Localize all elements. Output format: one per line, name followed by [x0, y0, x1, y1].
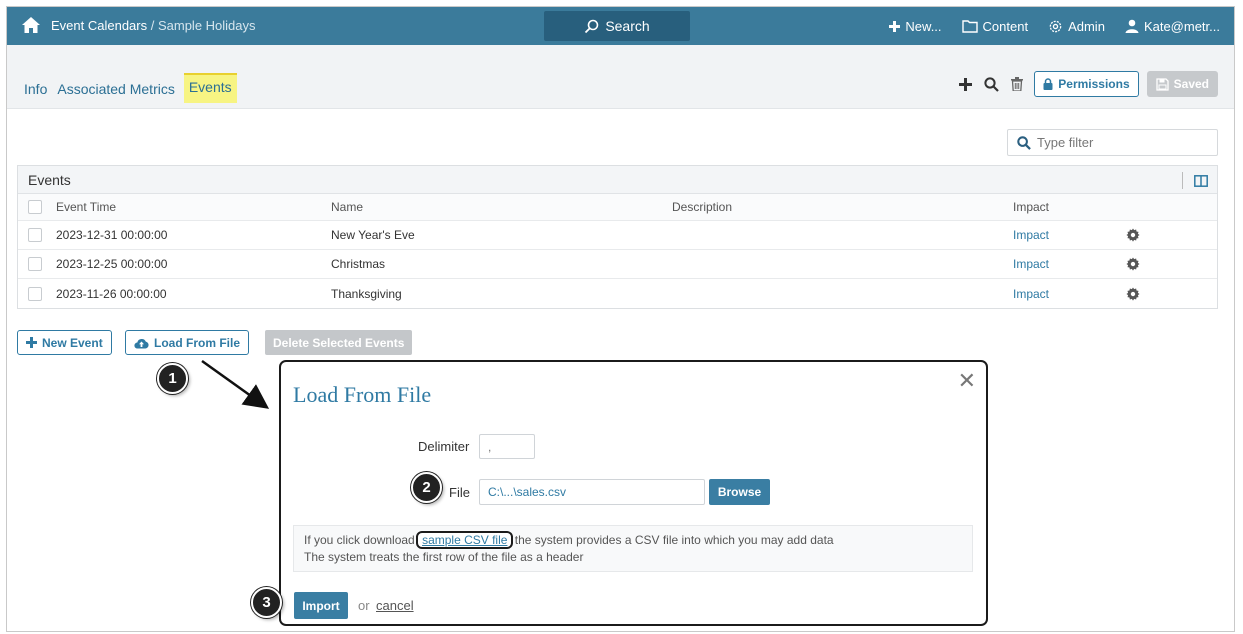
close-icon[interactable]: ✕ — [958, 370, 976, 392]
breadcrumb-app-link[interactable]: Event Calendars — [51, 18, 147, 33]
impact-link[interactable]: Impact — [1013, 257, 1049, 271]
load-from-file-label: Load From File — [154, 335, 241, 350]
plus-icon — [889, 20, 901, 32]
filter-input[interactable] — [1037, 135, 1207, 150]
dialog-title: Load From File — [293, 382, 432, 407]
type-filter — [1007, 129, 1218, 156]
new-event-button[interactable]: New Event — [17, 330, 112, 355]
column-header-event-time[interactable]: Event Time — [56, 200, 331, 214]
row-settings-icon[interactable] — [1113, 228, 1153, 242]
app-window: Event Calendars / Sample Holidays Search… — [6, 6, 1235, 632]
browse-button[interactable]: Browse — [709, 479, 770, 505]
file-path-field[interactable] — [479, 479, 705, 505]
permissions-label: Permissions — [1058, 77, 1130, 91]
tab-info[interactable]: Info — [23, 75, 48, 103]
import-button[interactable]: Import — [294, 592, 348, 619]
search-icon — [585, 19, 599, 33]
info-text-prefix: If you click download — [304, 533, 419, 547]
step-callout-1: 1 — [157, 363, 188, 394]
table-title-text: Events — [28, 172, 71, 188]
events-table: Events Event Time Name Description Impac… — [17, 165, 1218, 309]
delimiter-label: Delimiter — [418, 439, 470, 454]
tab-associated-metrics[interactable]: Associated Metrics — [56, 75, 175, 103]
admin-menu-label: Admin — [1068, 18, 1105, 34]
table-header-row: Event Time Name Description Impact — [18, 194, 1217, 221]
tab-events[interactable]: Events — [183, 73, 237, 103]
search-button[interactable]: Search — [544, 11, 690, 41]
row-checkbox[interactable] — [28, 228, 42, 242]
cell-name: Thanksgiving — [331, 286, 402, 301]
folder-icon — [961, 20, 978, 33]
cell-name: New Year's Eve — [331, 228, 415, 242]
column-header-name[interactable]: Name — [331, 200, 672, 214]
info-box: If you click download sample CSV file th… — [293, 525, 973, 572]
user-menu-label: Kate@metr... — [1143, 18, 1220, 34]
delete-selected-events-button: Delete Selected Events — [265, 330, 413, 355]
impact-link[interactable]: Impact — [1013, 228, 1049, 242]
row-settings-icon[interactable] — [1113, 257, 1153, 271]
lock-icon — [1043, 78, 1053, 90]
column-header-impact[interactable]: Impact — [1013, 200, 1113, 214]
content-menu-label: Content — [982, 18, 1029, 34]
search-icon[interactable] — [982, 75, 1000, 93]
cancel-link[interactable]: cancel — [376, 598, 414, 613]
new-menu[interactable]: New... — [889, 18, 942, 34]
page-header: Info Associated Metrics Events Permissio… — [7, 45, 1234, 109]
plus-icon — [26, 337, 37, 348]
column-header-description[interactable]: Description — [672, 200, 1013, 214]
top-navigation-bar: Event Calendars / Sample Holidays Search… — [7, 7, 1234, 45]
cell-event-time: 2023-11-26 00:00:00 — [56, 286, 167, 301]
impact-link[interactable]: Impact — [1013, 287, 1049, 301]
save-icon — [1155, 77, 1169, 91]
select-all-checkbox[interactable] — [28, 200, 42, 214]
user-menu[interactable]: Kate@metr... — [1125, 19, 1220, 34]
cell-name: Christmas — [331, 257, 386, 271]
row-settings-icon[interactable] — [1113, 286, 1153, 301]
top-nav-actions: New... Content Admin Kate@metr... — [889, 7, 1220, 45]
columns-icon — [1194, 174, 1208, 187]
content-menu[interactable]: Content — [961, 18, 1029, 34]
trash-icon[interactable] — [1008, 75, 1026, 93]
sample-csv-link[interactable]: sample CSV file — [416, 531, 514, 549]
search-icon — [1017, 135, 1031, 150]
table-row: 2023-11-26 00:00:00 Thanksgiving Impact — [18, 279, 1217, 308]
table-title: Events — [18, 166, 1217, 194]
column-selector-button[interactable] — [1182, 172, 1208, 189]
cell-event-time: 2023-12-25 00:00:00 — [56, 257, 168, 271]
home-icon[interactable] — [21, 16, 41, 34]
or-text: or — [358, 598, 370, 613]
load-from-file-dialog: Load From File ✕ Delimiter File Browse I… — [279, 360, 988, 626]
gear-icon — [1049, 20, 1062, 32]
cloud-upload-icon — [134, 338, 149, 349]
permissions-button[interactable]: Permissions — [1034, 71, 1139, 97]
add-icon[interactable] — [956, 75, 974, 93]
breadcrumb-page-title: Sample Holidays — [157, 18, 256, 33]
delimiter-field[interactable] — [479, 434, 535, 459]
new-event-label: New Event — [42, 335, 103, 350]
file-label: File — [449, 485, 470, 500]
row-checkbox[interactable] — [28, 257, 42, 271]
table-row: 2023-12-25 00:00:00 Christmas Impact — [18, 250, 1217, 279]
breadcrumb-separator: / — [147, 18, 158, 33]
page-toolbar: Permissions Saved — [956, 71, 1218, 97]
load-from-file-button[interactable]: Load From File — [125, 330, 250, 355]
info-text-line2: The system treats the first row of the f… — [304, 550, 584, 564]
step-callout-3: 3 — [251, 587, 282, 618]
user-icon — [1125, 19, 1139, 33]
new-menu-label: New... — [905, 18, 942, 34]
row-checkbox[interactable] — [28, 286, 42, 301]
step-callout-2: 2 — [411, 472, 442, 503]
admin-menu[interactable]: Admin — [1048, 19, 1105, 34]
breadcrumb: Event Calendars / Sample Holidays — [51, 18, 256, 33]
search-label: Search — [605, 18, 650, 34]
saved-label: Saved — [1173, 77, 1209, 91]
saved-button: Saved — [1146, 71, 1218, 97]
tab-bar: Info Associated Metrics Events — [23, 73, 237, 103]
table-row: 2023-12-31 00:00:00 New Year's Eve Impac… — [18, 221, 1217, 250]
info-text-suffix: the system provides a CSV file into whic… — [511, 533, 834, 547]
delete-selected-label: Delete Selected Events — [273, 335, 405, 350]
cell-event-time: 2023-12-31 00:00:00 — [56, 228, 168, 242]
